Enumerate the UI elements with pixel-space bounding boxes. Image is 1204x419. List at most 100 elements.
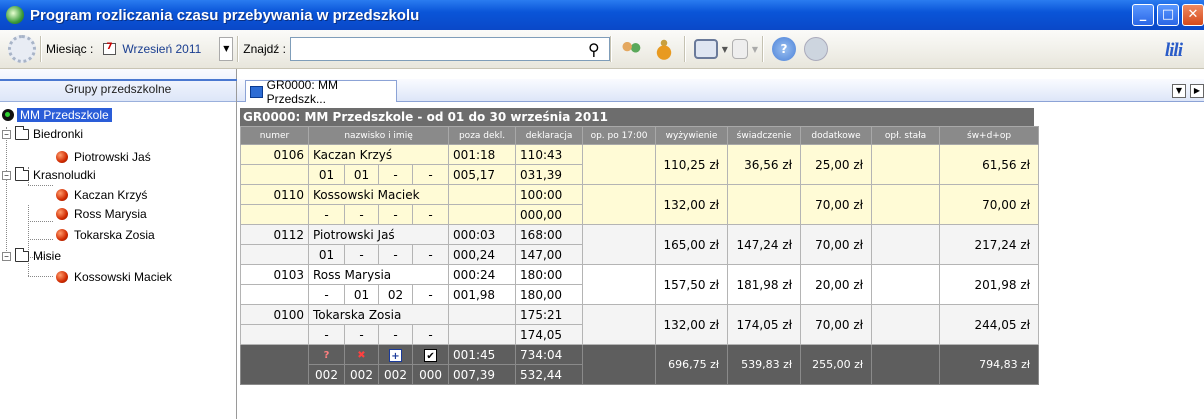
users-icon[interactable] [619,37,644,61]
minimize-button[interactable]: _ [1132,4,1154,26]
help-icon[interactable]: ? [772,37,796,61]
cell-op[interactable] [582,184,657,225]
tree-child[interactable]: Ross Marysia [56,205,147,223]
cell-dekl[interactable]: 175:21 [515,304,584,325]
cell-dod[interactable]: 70,00 zł [800,224,873,265]
cell-sub[interactable]: 01 [308,164,345,185]
cell-swiad[interactable]: 181,98 zł [727,264,802,305]
cell-dekl[interactable]: 180:00 [515,264,584,285]
cell-op[interactable] [582,144,657,185]
cell-name[interactable]: Kaczan Krzyś [307,144,450,165]
cell-sub[interactable]: - [411,204,450,225]
month-value[interactable]: Wrzesień 2011 [122,42,201,56]
cell-swiad[interactable]: 36,56 zł [727,144,802,185]
cell-dekl[interactable]: 168:00 [515,224,584,245]
cell-dekl2[interactable]: 031,39 [515,164,584,185]
cell-poza2[interactable]: 005,17 [448,164,517,185]
cell-dekl[interactable]: 100:00 [515,184,584,205]
cell-numer[interactable]: 0103 [240,264,309,285]
tree-child[interactable]: Piotrowski Jaś [56,148,151,166]
cell-wyz[interactable]: 165,00 zł [655,224,729,265]
dropdown-arrow-icon[interactable]: ▼ [219,37,234,61]
cell-swiad[interactable]: 174,05 zł [727,304,802,345]
tree-child[interactable]: Tokarska Zosia [56,226,155,244]
cell-sub[interactable]: - [344,324,379,345]
cell-dekl2[interactable]: 180,00 [515,284,584,305]
cell-dod[interactable]: 25,00 zł [800,144,873,185]
cell-sub[interactable]: - [411,284,450,305]
settings-icon[interactable] [8,35,36,63]
cell-wyz[interactable]: 132,00 zł [655,184,729,225]
cell-name[interactable]: Kossowski Maciek [307,184,450,205]
calendar-icon[interactable] [103,42,117,55]
cell-poza[interactable]: 000:03 [448,224,517,245]
tree-group-krasnoludki[interactable]: − Krasnoludki [2,166,96,184]
cell-opl[interactable] [871,304,941,345]
collapse-icon[interactable]: − [2,170,11,180]
table-row[interactable]: 0110 Kossowski Maciek 100:00 132,00 zł 70,00… [240,184,1040,225]
tab-list-dropdown[interactable]: ▼ [1172,84,1186,98]
cell-numer[interactable]: 0106 [240,144,309,165]
collapse-icon[interactable]: − [2,129,11,139]
cell-swiad[interactable] [727,184,802,225]
tab-group-report[interactable]: GR0000: MM Przedszk... [245,78,397,106]
table-row[interactable]: 0112 Piotrowski Jaś 000:03 168:00 165,00 zł 1… [240,224,1040,265]
cell-numer[interactable]: 0112 [240,224,309,245]
cell-sum[interactable]: 61,56 zł [939,144,1040,185]
collapse-icon[interactable]: − [2,251,11,261]
cell-sum[interactable]: 244,05 zł [939,304,1040,345]
check-icon[interactable]: ✔ [424,348,438,362]
maximize-button[interactable]: □ [1157,4,1179,26]
cell-poza[interactable]: 000:24 [448,264,517,285]
cell-sub[interactable]: - [411,244,450,265]
cell-opl[interactable] [871,224,941,265]
cell-opl[interactable] [871,184,941,225]
cell-op[interactable] [582,304,657,345]
cell-dod[interactable]: 70,00 zł [800,184,873,225]
column-header[interactable]: nazwisko i imię [307,126,450,145]
cell-sub[interactable]: - [378,204,413,225]
column-header[interactable]: opł. stała [871,126,941,145]
cell-sum[interactable]: 217,24 zł [939,224,1040,265]
cell-name[interactable]: Ross Marysia [307,264,450,285]
plus-icon[interactable]: + [389,348,402,362]
tree-root[interactable]: MM Przedszkole [2,106,112,124]
tree-group-biedronki[interactable]: − Biedronki [2,125,83,143]
export-icon[interactable] [731,39,748,59]
tree-child[interactable]: Kaczan Krzyś [56,186,147,204]
search-icon[interactable]: ⚲ [588,40,600,59]
cell-sub[interactable]: - [308,284,345,305]
cell-poza[interactable] [448,184,517,205]
tree-group-misie[interactable]: − Misie [2,247,61,265]
cell-sum[interactable]: 70,00 zł [939,184,1040,225]
cell-numer[interactable]: 0110 [240,184,309,205]
printer-icon[interactable] [693,39,718,59]
cell-poza[interactable] [448,304,517,325]
cell-sub[interactable]: - [378,244,413,265]
search-input[interactable] [289,37,610,61]
cell-swiad[interactable]: 147,24 zł [727,224,802,265]
cell-sub[interactable]: - [344,244,379,265]
column-header[interactable]: świadczenie [727,126,802,145]
cell-sub[interactable]: 01 [344,284,379,305]
delete-icon[interactable]: ✖ [355,349,368,362]
exit-icon[interactable] [804,37,828,61]
cell-poza2[interactable] [448,204,517,225]
cell-sub[interactable]: - [378,324,413,345]
cell-op[interactable] [582,264,657,305]
column-header[interactable]: deklaracja [515,126,584,145]
cell-sub[interactable]: - [378,164,413,185]
cell-sub[interactable]: - [308,204,345,225]
cell-opl[interactable] [871,264,941,305]
cell-name[interactable]: Tokarska Zosia [307,304,450,325]
cell-op[interactable] [582,224,657,265]
cell-wyz[interactable]: 132,00 zł [655,304,729,345]
cell-dod[interactable]: 20,00 zł [800,264,873,305]
cell-sub[interactable]: 01 [308,244,345,265]
column-header[interactable]: numer [240,126,309,145]
cell-sub[interactable]: - [308,324,345,345]
cell-poza2[interactable]: 000,24 [448,244,517,265]
column-header[interactable]: poza dekl. [448,126,517,145]
cell-sub[interactable]: 02 [378,284,413,305]
column-header[interactable]: wyżywienie [655,126,729,145]
